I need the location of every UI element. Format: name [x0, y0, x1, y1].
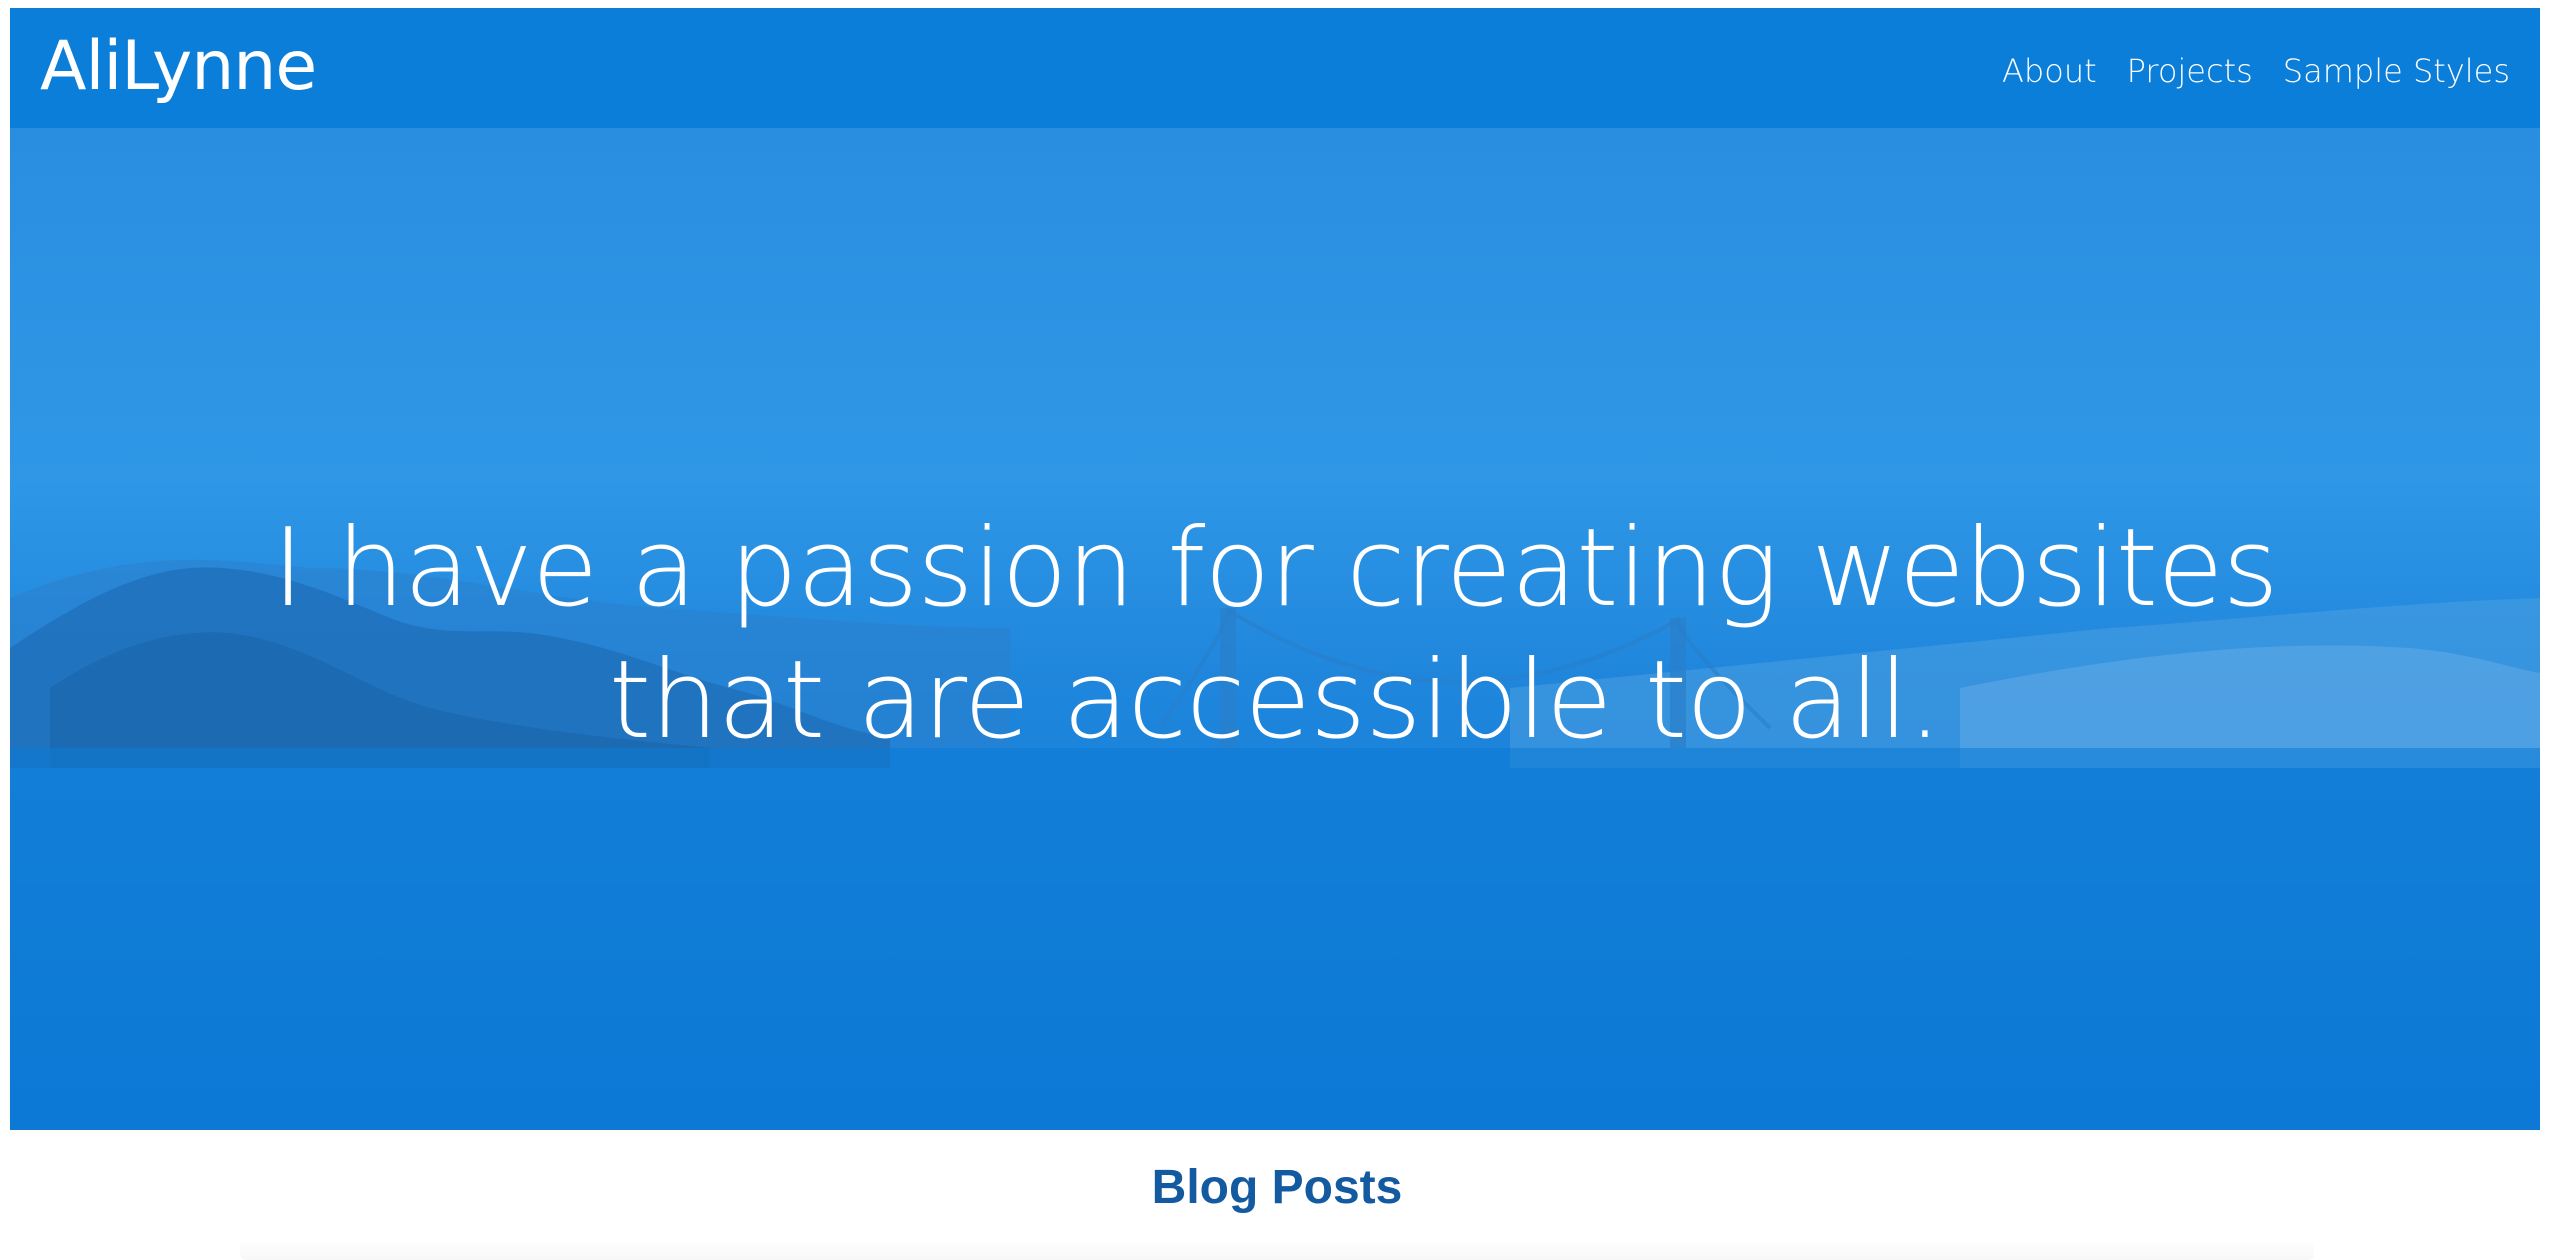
nav-link-sample-styles[interactable]: Sample Styles [2283, 52, 2510, 90]
hero-headline: I have a passion for creating websites t… [10, 503, 2540, 767]
main-nav: About Projects Sample Styles [2002, 52, 2510, 90]
blog-card-top-edge [240, 1240, 2314, 1260]
nav-link-projects[interactable]: Projects [2127, 52, 2253, 90]
viewport-frame: AliLynne About Projects Sample Styles I … [10, 8, 2540, 1130]
hero-headline-line-1: I have a passion for creating websites [272, 506, 2279, 631]
top-navbar: AliLynne About Projects Sample Styles [10, 8, 2540, 128]
bay-water [10, 748, 2540, 1130]
site-brand-link[interactable]: AliLynne [40, 29, 317, 105]
hero-headline-line-2: that are accessible to all. [608, 637, 1942, 763]
nav-link-about[interactable]: About [2002, 52, 2097, 90]
page: AliLynne About Projects Sample Styles I … [0, 0, 2554, 1260]
hero-banner: I have a passion for creating websites t… [10, 128, 2540, 1130]
blog-posts-heading: Blog Posts [1151, 1161, 1403, 1214]
